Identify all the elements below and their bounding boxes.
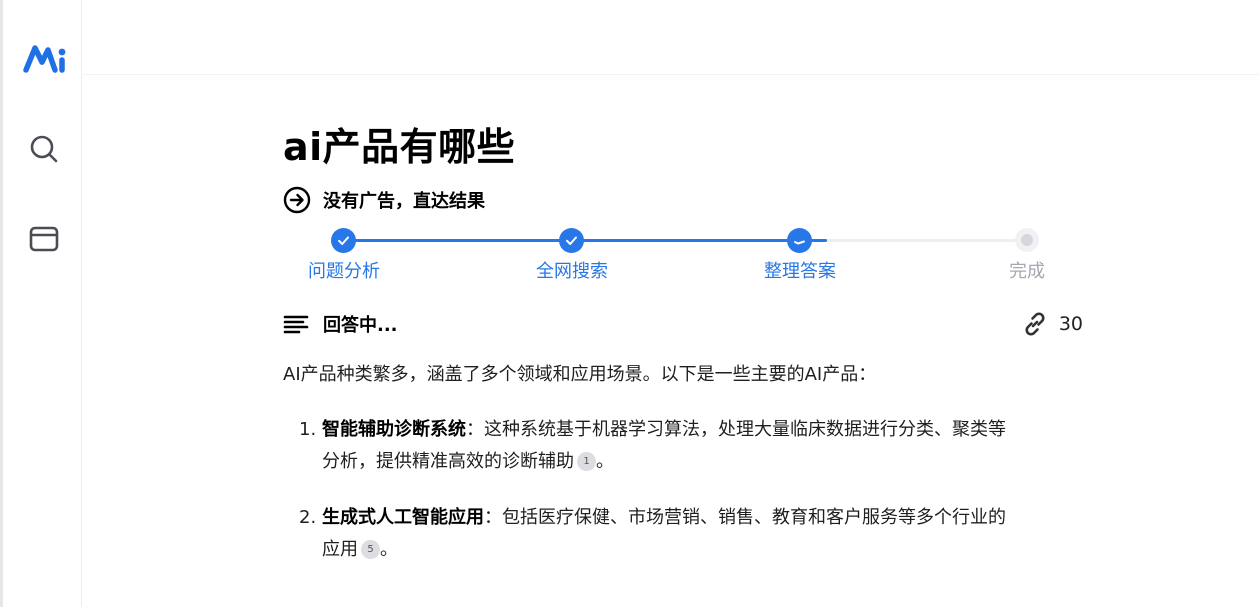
window-icon[interactable]: [27, 222, 61, 256]
answer-list: 1. 智能辅助诊断系统：这种系统基于机器学习算法，处理大量临床数据进行分类、聚类…: [283, 414, 1083, 590]
mi-logo-icon[interactable]: [20, 40, 68, 76]
list-item-colon: ：: [484, 507, 502, 528]
sidebar: [0, 0, 82, 607]
list-item-text: 包括医疗保健、市场营销、销售、教育和客户服务等多个行业的: [502, 507, 1006, 528]
app-frame: ai产品有哪些 没有广告，直达结果 问题分析 全网搜索 整理答案 完成 回答中.…: [0, 0, 1259, 607]
step-2-check-icon: [559, 228, 584, 253]
list-item-end: 。: [380, 539, 398, 560]
progress-steps: 问题分析 全网搜索 整理答案 完成: [283, 225, 1083, 285]
top-bar: [83, 0, 1259, 75]
progress-fill: [343, 239, 827, 242]
step-4-pending-icon: [1015, 228, 1039, 252]
arrow-right-circle-icon: [283, 186, 311, 214]
list-item-number: 2.: [299, 507, 317, 528]
step-1-check-icon: [331, 228, 356, 253]
list-item-heading: 智能辅助诊断系统: [322, 419, 466, 440]
tagline-text: 没有广告，直达结果: [323, 191, 485, 212]
sources-button[interactable]: 30: [1021, 310, 1083, 338]
text-lines-icon: [283, 315, 309, 334]
step-3-active-icon: [787, 228, 812, 253]
step-label-organize: 整理答案: [764, 261, 836, 282]
source-count: 30: [1058, 313, 1083, 335]
list-item: 2. 生成式人工智能应用：包括医疗保健、市场营销、销售、教育和客户服务等多个行业…: [283, 502, 1083, 566]
list-item-end: 。: [596, 451, 614, 472]
link-icon: [1025, 312, 1045, 336]
citation-badge[interactable]: 5: [361, 539, 380, 559]
answer-header: 回答中... 30: [283, 309, 1083, 339]
citation-badge[interactable]: 1: [577, 451, 596, 471]
answer-intro: AI产品种类繁多，涵盖了多个领域和应用场景。以下是一些主要的AI产品：: [283, 364, 877, 385]
list-item-text-cont: 分析，提供精准高效的诊断辅助: [322, 451, 574, 472]
step-label-search: 全网搜索: [536, 261, 608, 282]
list-item-colon: ：: [466, 419, 484, 440]
step-label-analysis: 问题分析: [308, 261, 380, 282]
search-icon[interactable]: [27, 132, 61, 166]
list-item-heading: 生成式人工智能应用: [322, 507, 484, 528]
list-item-text: 这种系统基于机器学习算法，处理大量临床数据进行分类、聚类等: [484, 419, 1006, 440]
answer-status: 回答中...: [323, 315, 398, 336]
list-item: 1. 智能辅助诊断系统：这种系统基于机器学习算法，处理大量临床数据进行分类、聚类…: [283, 414, 1083, 478]
query-title: ai产品有哪些: [283, 125, 516, 169]
tagline: 没有广告，直达结果: [283, 185, 485, 215]
list-item-text-cont: 应用: [322, 539, 358, 560]
step-label-done: 完成: [1009, 261, 1045, 282]
list-item-number: 1.: [299, 419, 317, 440]
